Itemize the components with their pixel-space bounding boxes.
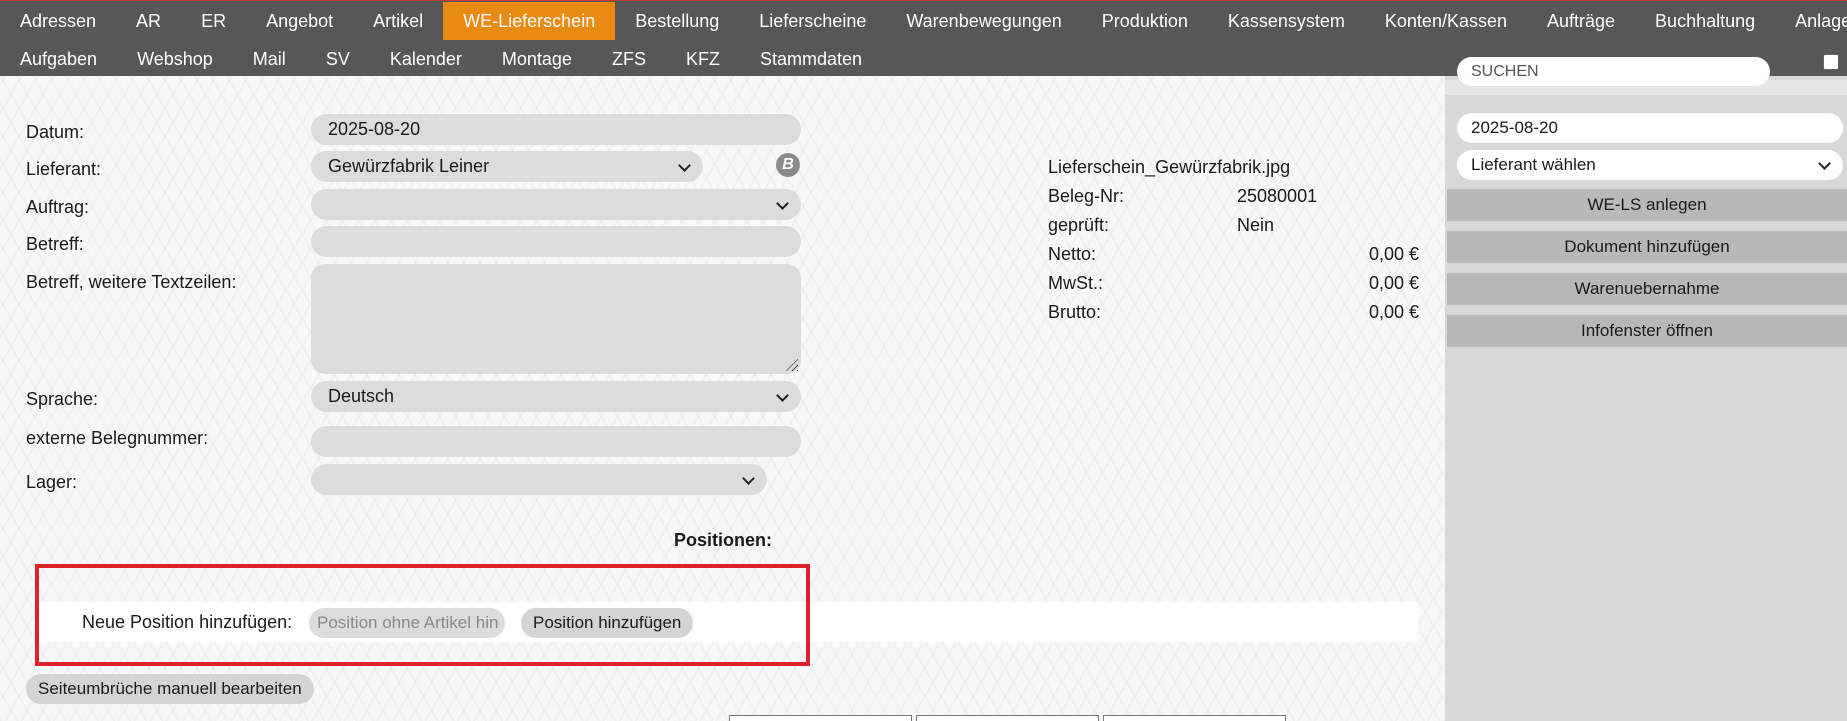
datum-field[interactable]: 2025-08-20 — [311, 114, 801, 145]
positionen-heading: Positionen: — [674, 530, 772, 550]
betreff-weitere-label: Betreff, weitere Textzeilen: — [26, 272, 237, 292]
auftrag-select[interactable] — [311, 189, 801, 220]
nav-item-zfs[interactable]: ZFS — [592, 40, 666, 78]
warenuebernahme-button[interactable]: Warenuebernahme — [1447, 273, 1847, 305]
nav-item-anlagen[interactable]: Anlagen — [1775, 2, 1847, 40]
beleg-nr-label: Beleg-Nr: — [1048, 186, 1125, 206]
b-circle-icon[interactable]: B — [776, 153, 800, 177]
sidebar-checkbox[interactable] — [1823, 54, 1839, 70]
sidebar-lieferant-select[interactable]: Lieferant wählen — [1457, 150, 1843, 180]
search-input[interactable]: SUCHEN — [1457, 57, 1770, 86]
nav-item-bestellung[interactable]: Bestellung — [615, 2, 739, 40]
externe-belegnummer-field[interactable] — [311, 426, 801, 457]
nav-item-auftraege[interactable]: Aufträge — [1527, 2, 1635, 40]
nav-item-kalender[interactable]: Kalender — [370, 40, 482, 78]
we-ls-anlegen-button[interactable]: WE-LS anlegen — [1447, 189, 1847, 221]
externe-belegnummer-label: externe Belegnummer: — [26, 428, 209, 448]
position-ohne-artikel-input[interactable]: Position ohne Artikel hin — [309, 608, 505, 638]
nav-item-we-lieferschein[interactable]: WE-Lieferschein — [443, 2, 616, 40]
nav-item-adressen[interactable]: Adressen — [0, 2, 116, 40]
betreff-label: Betreff: — [26, 234, 84, 254]
nav-row-2: Aufgaben Webshop Mail SV Kalender Montag… — [0, 40, 882, 78]
sprache-label: Sprache: — [26, 389, 99, 409]
nav-item-aufgaben[interactable]: Aufgaben — [0, 40, 117, 78]
bottom-tab-2[interactable] — [916, 715, 1099, 721]
mwst-label: MwSt.: — [1048, 273, 1104, 293]
geprueft-label: geprüft: — [1048, 215, 1110, 235]
nav-item-warenbewegungen[interactable]: Warenbewegungen — [886, 2, 1081, 40]
sprache-select[interactable]: Deutsch — [311, 381, 801, 412]
resize-grip-icon[interactable] — [784, 357, 798, 371]
neue-position-label: Neue Position hinzufügen: — [82, 612, 293, 632]
lager-label: Lager: — [26, 472, 78, 492]
sidebar-date-field[interactable]: 2025-08-20 — [1457, 113, 1843, 143]
nav-item-artikel[interactable]: Artikel — [353, 2, 443, 40]
lieferant-label: Lieferant: — [26, 159, 102, 179]
mwst-value: 0,00 € — [1369, 273, 1420, 293]
geprueft-value: Nein — [1237, 215, 1275, 235]
brutto-value: 0,00 € — [1369, 302, 1420, 322]
datum-label: Datum: — [26, 122, 85, 142]
infofenster-oeffnen-button[interactable]: Infofenster öffnen — [1447, 315, 1847, 347]
dokument-hinzufuegen-button[interactable]: Dokument hinzufügen — [1447, 231, 1847, 263]
nav-row-1: Adressen AR ER Angebot Artikel WE-Liefer… — [0, 2, 1847, 40]
nav-item-konten-kassen[interactable]: Konten/Kassen — [1365, 2, 1527, 40]
betreff-weitere-textarea[interactable] — [311, 264, 801, 374]
nav-item-buchhaltung[interactable]: Buchhaltung — [1635, 2, 1775, 40]
nav-item-lieferscheine[interactable]: Lieferscheine — [739, 2, 886, 40]
nav-item-stammdaten[interactable]: Stammdaten — [740, 40, 882, 78]
nav-item-montage[interactable]: Montage — [482, 40, 592, 78]
nav-item-sv[interactable]: SV — [306, 40, 370, 78]
file-name[interactable]: Lieferschein_Gewürzfabrik.jpg — [1048, 157, 1290, 178]
netto-label: Netto: — [1048, 244, 1097, 264]
betreff-field[interactable] — [311, 226, 801, 257]
beleg-nr-value: 25080001 — [1237, 186, 1318, 206]
nav-item-ar[interactable]: AR — [116, 2, 181, 40]
nav-item-er[interactable]: ER — [181, 2, 246, 40]
netto-value: 0,00 € — [1369, 244, 1420, 264]
nav-item-webshop[interactable]: Webshop — [117, 40, 233, 78]
nav-item-produktion[interactable]: Produktion — [1082, 2, 1208, 40]
nav-item-angebot[interactable]: Angebot — [246, 2, 353, 40]
brutto-label: Brutto: — [1048, 302, 1102, 322]
position-hinzufuegen-button[interactable]: Position hinzufügen — [521, 608, 694, 638]
auftrag-label: Auftrag: — [26, 197, 90, 217]
lager-select[interactable] — [311, 464, 767, 495]
bottom-tab-1[interactable] — [729, 715, 912, 721]
nav-item-kassensystem[interactable]: Kassensystem — [1208, 2, 1365, 40]
nav-item-mail[interactable]: Mail — [233, 40, 306, 78]
lieferant-select[interactable]: Gewürzfabrik Leiner — [311, 151, 703, 182]
bottom-tab-3[interactable] — [1103, 715, 1286, 721]
nav-item-kfz[interactable]: KFZ — [666, 40, 740, 78]
seitenumbrueche-button[interactable]: Seiteumbrüche manuell bearbeiten — [26, 674, 314, 704]
